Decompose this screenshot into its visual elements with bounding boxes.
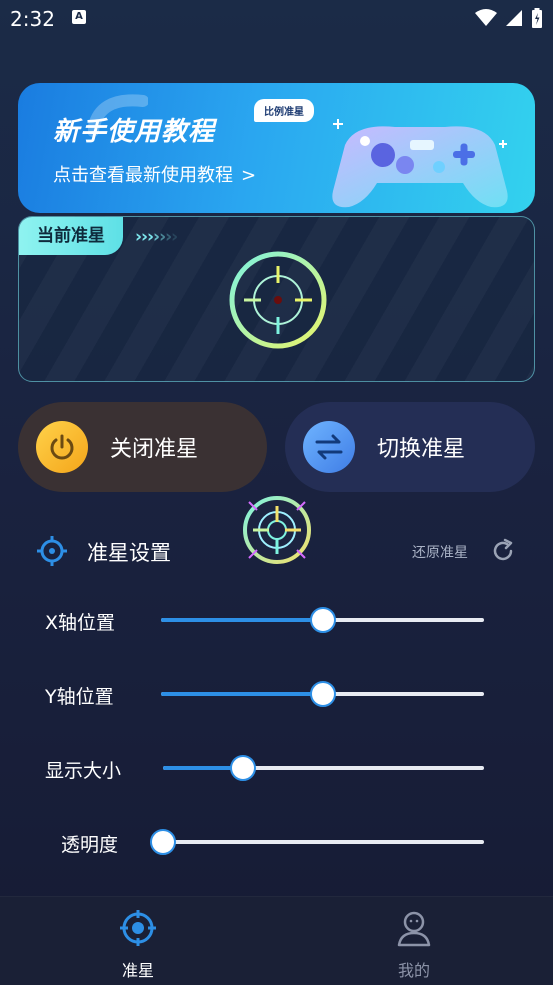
status-bar: 2:32 A <box>0 0 553 40</box>
close-crosshair-label: 关闭准星 <box>110 437 199 462</box>
crosshair-icon <box>37 536 67 566</box>
banner-title: 新手使用教程 <box>53 117 216 147</box>
system-icons <box>475 8 543 28</box>
size-slider[interactable] <box>163 755 484 781</box>
slider-fill <box>161 692 323 696</box>
y-position-slider[interactable] <box>161 681 484 707</box>
slider-thumb[interactable] <box>150 829 176 855</box>
profile-icon <box>397 911 431 947</box>
settings-title: 准星设置 <box>87 541 171 565</box>
crosshair-icon <box>120 910 156 946</box>
close-crosshair-button[interactable]: 关闭准星 <box>18 402 267 492</box>
wifi-icon <box>475 9 497 26</box>
slider-label: Y轴位置 <box>45 686 114 708</box>
opacity-slider-row: 透明度 <box>0 827 553 857</box>
switch-crosshair-label: 切换准星 <box>377 437 466 462</box>
chevron-icon: › <box>171 227 178 247</box>
chevron-right-icon: > <box>241 165 257 186</box>
current-crosshair-card: 当前准星 ››››››› <box>18 216 535 382</box>
refresh-icon[interactable] <box>490 538 516 564</box>
slider-thumb[interactable] <box>309 607 336 633</box>
switch-crosshair-button[interactable]: 切换准星 <box>285 402 535 492</box>
size-slider-row: 显示大小 <box>0 753 553 783</box>
nav-item-profile[interactable]: 我的 <box>354 909 474 981</box>
chevron-row-decoration: ››››››› <box>135 227 178 247</box>
banner-badge: 比例准星 <box>254 99 314 122</box>
slider-label: 透明度 <box>61 834 119 856</box>
x-position-slider-row: X轴位置 <box>0 605 553 635</box>
tutorial-banner[interactable]: 新手使用教程 比例准星 点击查看最新使用教程 > <box>18 83 535 213</box>
reset-crosshair-button[interactable]: 还原准星 <box>412 542 468 562</box>
nav-item-crosshair[interactable]: 准星 <box>78 909 198 981</box>
y-position-slider-row: Y轴位置 <box>0 679 553 709</box>
slider-thumb[interactable] <box>230 755 257 781</box>
bottom-navigation: 准星 我的 <box>0 896 553 985</box>
current-crosshair-tab: 当前准星 <box>19 217 123 255</box>
slider-fill <box>161 618 323 622</box>
battery-icon <box>532 8 542 28</box>
signal-icon <box>506 10 522 26</box>
status-time: 2:32 <box>10 7 55 31</box>
x-position-slider[interactable] <box>161 607 484 633</box>
current-crosshair-reticle-icon <box>229 251 327 349</box>
nav-label: 准星 <box>121 961 154 980</box>
slider-thumb[interactable] <box>309 681 336 707</box>
banner-subtitle: 点击查看最新使用教程 > <box>53 161 256 187</box>
crosshair-settings-header: 准星设置 还原准星 <box>36 535 518 567</box>
gamepad-icon <box>332 119 508 208</box>
opacity-slider[interactable] <box>150 829 484 855</box>
swap-arrows-icon <box>303 421 355 473</box>
banner-subtitle-text: 点击查看最新使用教程 <box>53 165 233 186</box>
slider-label: 显示大小 <box>45 760 122 782</box>
power-icon <box>36 421 88 473</box>
slider-label: X轴位置 <box>45 612 116 634</box>
nav-label: 我的 <box>397 961 430 980</box>
notification-icon: A <box>72 10 86 24</box>
